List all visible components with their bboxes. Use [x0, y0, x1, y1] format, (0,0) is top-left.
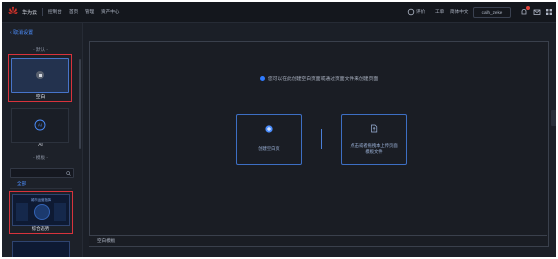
top-link-feedback[interactable]: 评价 [416, 9, 425, 15]
language-switch[interactable]: 简体中文 [450, 9, 468, 15]
upload-template-label-line2: 模板文件 [365, 149, 383, 154]
template-filter-tag[interactable]: 全部 [17, 181, 26, 187]
upload-file-icon [371, 124, 378, 133]
thumbnail-globe [34, 204, 50, 220]
feedback-icon[interactable] [407, 8, 415, 16]
grid-menu-icon[interactable] [545, 8, 553, 16]
create-blank-page-label: 创建空白页 [258, 146, 280, 151]
divider [42, 8, 43, 16]
mail-icon[interactable] [533, 8, 541, 16]
search-icon[interactable] [66, 170, 71, 176]
ai-template-card[interactable]: AI [11, 108, 69, 143]
right-panel-handle[interactable] [551, 110, 556, 126]
blank-template-icon [36, 71, 44, 79]
blank-template-label: 空白 [35, 95, 46, 100]
svg-text:AI: AI [38, 123, 42, 128]
section-title-template: - 模板 - [33, 155, 48, 160]
chevron-left-icon: ‹ [10, 30, 12, 36]
option-divider [321, 129, 322, 149]
upload-template-card[interactable]: 点击或者拖拽本上传页面 模板文件 [341, 114, 407, 165]
canvas-footer: 空白模板 [89, 235, 547, 246]
divider [10, 188, 72, 189]
username-button[interactable]: calh_zeke [473, 7, 511, 18]
sidebar-scrollbar[interactable] [79, 59, 81, 149]
nav-asset-center[interactable]: 资产中心 [101, 9, 119, 15]
create-blank-page-card[interactable]: 创建空白页 [236, 114, 302, 165]
thumbnail-panel [16, 203, 28, 221]
thumbnail-panel [54, 203, 66, 221]
notification-badge [526, 6, 530, 10]
nav-manage[interactable]: 管理 [85, 9, 94, 15]
canvas-hint-text: 您可以在此创建空白页面或通过页面文件来创建页面 [267, 77, 379, 82]
section-title-default: - 默认 - [33, 47, 48, 52]
top-link-ticket[interactable]: 工单 [435, 9, 444, 15]
nav-console[interactable]: 控制台 [48, 9, 62, 15]
template-card-overview[interactable]: 城市运营指挥 [12, 194, 70, 226]
back-link[interactable]: ‹ 取消设置 [10, 29, 33, 36]
back-label: 取消设置 [13, 30, 34, 36]
ai-icon: AI [34, 119, 46, 131]
app-window: 华为云 控制台 首页 管理 资产中心 评价 工单 简体中文 calh_zeke [2, 2, 556, 257]
ai-template-label: AI [38, 143, 43, 148]
template-label-overview: 综合态势 [31, 226, 50, 231]
template-thumbnail-title: 城市运营指挥 [30, 198, 52, 202]
canvas-footer-label: 空白模板 [97, 238, 116, 243]
brand-name[interactable]: 华为云 [22, 9, 37, 16]
huawei-logo [8, 6, 18, 14]
add-icon [265, 125, 273, 133]
template-search-input[interactable] [10, 168, 74, 178]
canvas-area: 您可以在此创建空白页面或通过页面文件来创建页面 创建空白页 点击或者拖拽本上传页… [89, 41, 549, 247]
upload-template-label-line1: 点击或者拖拽本上传页面 [350, 143, 398, 148]
template-sidebar: ‹ 取消设置 - 默认 - 空白 AI AI - 模板 - 全部 城市运营指挥 … [2, 23, 83, 257]
nav-home[interactable]: 首页 [69, 9, 78, 15]
info-icon [259, 76, 265, 81]
top-bar: 华为云 控制台 首页 管理 资产中心 评价 工单 简体中文 calh_zeke [2, 2, 556, 23]
blank-template-card[interactable] [11, 58, 69, 93]
template-card-second[interactable] [12, 241, 70, 257]
canvas-hint: 您可以在此创建空白页面或通过页面文件来创建页面 [90, 75, 548, 82]
